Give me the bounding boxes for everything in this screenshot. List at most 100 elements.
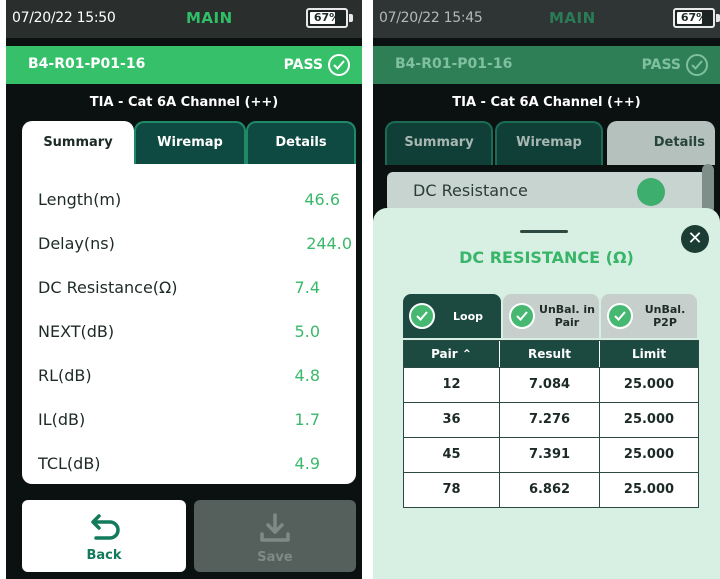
column-header-pair[interactable]: Pair ⌃ bbox=[404, 341, 500, 367]
cell-limit: 25.000 bbox=[623, 377, 675, 392]
status-time: 07/20/22 15:50 bbox=[12, 10, 116, 26]
row-label: IL(dB) bbox=[38, 410, 86, 429]
cell-result: 6.862 bbox=[500, 473, 600, 507]
cell-result: 7.084 bbox=[500, 368, 600, 402]
column-header-limit: Limit bbox=[631, 347, 667, 361]
cell-pair: 45 bbox=[404, 438, 500, 472]
cell-pair: 12 bbox=[404, 368, 500, 402]
summary-panel: Length(m) 46.6 Delay(ns) 244.0 DC Resist… bbox=[22, 164, 356, 484]
resistance-table: Pair ⌃ Result Limit 12 7.084 25.000 36 7… bbox=[403, 340, 699, 508]
cell-limit: 25.000 bbox=[623, 482, 675, 497]
row-label: TCL(dB) bbox=[38, 454, 101, 473]
tab-bar: Summary Wiremap Details bbox=[22, 121, 356, 165]
check-circle-icon bbox=[328, 54, 350, 76]
cell-result: 7.276 bbox=[500, 403, 600, 437]
sheet-title: DC RESISTANCE (Ω) bbox=[459, 248, 634, 267]
save-button[interactable]: Save bbox=[194, 500, 356, 572]
row-label: Delay(ns) bbox=[38, 234, 115, 253]
battery-nub bbox=[349, 14, 353, 22]
row-value: 7.4 bbox=[294, 278, 320, 297]
right-screen: 07/20/22 15:45 MAIN 67% B4-R01-P01-16 PA… bbox=[373, 0, 720, 579]
pass-check-icon bbox=[637, 178, 665, 206]
result-row-il[interactable]: IL(dB) 1.7 bbox=[38, 406, 340, 436]
cable-id: B4-R01-P01-16 bbox=[395, 56, 513, 72]
check-icon bbox=[409, 303, 435, 329]
row-value: 5.0 bbox=[294, 322, 320, 341]
test-standard: TIA - Cat 6A Channel (++) bbox=[89, 95, 279, 110]
table-row: 36 7.276 25.000 bbox=[404, 402, 698, 437]
result-row-delay[interactable]: Delay(ns) 244.0 bbox=[38, 230, 352, 260]
back-arrow-icon bbox=[91, 514, 120, 540]
test-standard: TIA - Cat 6A Channel (++) bbox=[452, 95, 641, 110]
close-icon: ✕ bbox=[687, 228, 703, 249]
details-item-dc-resistance[interactable]: DC Resistance bbox=[387, 172, 707, 212]
status-mode: MAIN bbox=[549, 9, 596, 27]
tab-summary[interactable]: Summary bbox=[22, 121, 134, 165]
result-row-rl[interactable]: RL(dB) 4.8 bbox=[38, 362, 340, 392]
back-label: Back bbox=[86, 548, 122, 563]
pass-status: PASS bbox=[284, 54, 350, 76]
battery-icon: 67% bbox=[673, 8, 720, 28]
left-screen: 07/20/22 15:50 MAIN 67% B4-R01-P01-16 PA… bbox=[6, 0, 362, 579]
row-value: 244.0 bbox=[306, 234, 352, 253]
battery-percent: 67% bbox=[313, 11, 341, 24]
subtab-unbal-in-pair[interactable]: UnBal. in Pair bbox=[503, 294, 599, 338]
tab-details[interactable]: Details bbox=[607, 121, 715, 165]
scrollbar[interactable] bbox=[702, 164, 714, 214]
row-label: NEXT(dB) bbox=[38, 322, 115, 341]
cell-pair: 36 bbox=[404, 403, 500, 437]
result-row-tcl[interactable]: TCL(dB) 4.9 bbox=[38, 450, 340, 480]
check-icon bbox=[607, 303, 633, 329]
drag-handle[interactable] bbox=[520, 230, 568, 233]
download-icon bbox=[260, 513, 290, 542]
status-bar: 07/20/22 15:45 MAIN 67% bbox=[373, 0, 720, 38]
table-row: 78 6.862 25.000 bbox=[404, 472, 698, 507]
check-icon bbox=[509, 303, 535, 329]
battery-icon: 67% bbox=[306, 8, 353, 28]
tab-summary[interactable]: Summary bbox=[385, 121, 493, 165]
result-bar: B4-R01-P01-16 PASS bbox=[373, 46, 720, 84]
row-value: 4.9 bbox=[294, 454, 320, 473]
row-label: DC Resistance(Ω) bbox=[38, 278, 178, 297]
tab-details[interactable]: Details bbox=[246, 121, 356, 165]
battery-percent: 67% bbox=[680, 11, 708, 24]
pass-label: PASS bbox=[283, 57, 323, 73]
subtab-label: Loop bbox=[453, 309, 483, 323]
check-circle-icon bbox=[686, 54, 708, 76]
status-mode: MAIN bbox=[186, 9, 233, 27]
row-value: 1.7 bbox=[294, 410, 320, 429]
dc-resistance-sheet: ✕ DC RESISTANCE (Ω) Loop UnBal. in Pair … bbox=[373, 208, 720, 579]
cell-limit: 25.000 bbox=[623, 412, 675, 427]
back-button[interactable]: Back bbox=[22, 500, 186, 572]
result-row-next[interactable]: NEXT(dB) 5.0 bbox=[38, 318, 340, 348]
tab-bar: Summary Wiremap Details bbox=[385, 121, 715, 165]
tab-wiremap[interactable]: Wiremap bbox=[134, 121, 246, 165]
result-row-dc-resistance[interactable]: DC Resistance(Ω) 7.4 bbox=[38, 274, 340, 304]
cell-limit: 25.000 bbox=[623, 447, 675, 462]
table-row: 12 7.084 25.000 bbox=[404, 367, 698, 402]
save-label: Save bbox=[257, 550, 293, 565]
row-value: 4.8 bbox=[294, 366, 320, 385]
status-time: 07/20/22 15:45 bbox=[379, 10, 483, 26]
cell-result: 7.391 bbox=[500, 438, 600, 472]
pass-label: PASS bbox=[641, 57, 681, 73]
row-label: RL(dB) bbox=[38, 366, 92, 385]
cell-pair: 78 bbox=[404, 473, 500, 507]
pass-status: PASS bbox=[642, 54, 708, 76]
status-bar: 07/20/22 15:50 MAIN 67% bbox=[6, 0, 362, 38]
subtab-label: UnBal. in Pair bbox=[539, 303, 595, 329]
table-row: 45 7.391 25.000 bbox=[404, 437, 698, 472]
table-header: Pair ⌃ Result Limit bbox=[404, 341, 698, 367]
sort-caret-icon: ⌃ bbox=[461, 347, 472, 361]
result-bar: B4-R01-P01-16 PASS bbox=[6, 46, 362, 84]
cable-id: B4-R01-P01-16 bbox=[28, 56, 146, 72]
tab-wiremap[interactable]: Wiremap bbox=[495, 121, 603, 165]
subtab-unbal-p2p[interactable]: UnBal. P2P bbox=[601, 294, 697, 338]
row-label: Length(m) bbox=[38, 190, 122, 209]
column-header-result: Result bbox=[500, 341, 600, 367]
subtab-loop[interactable]: Loop bbox=[403, 294, 501, 338]
details-item-label: DC Resistance bbox=[413, 181, 528, 200]
result-row-length[interactable]: Length(m) 46.6 bbox=[38, 186, 340, 216]
battery-nub bbox=[716, 14, 720, 22]
subtab-label: UnBal. P2P bbox=[644, 303, 686, 329]
